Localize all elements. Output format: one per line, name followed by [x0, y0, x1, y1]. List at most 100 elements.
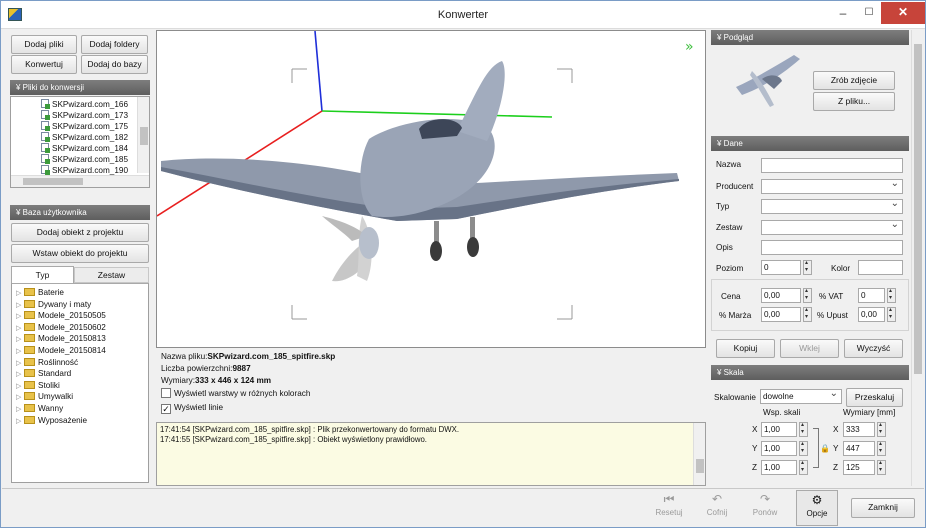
scale-input[interactable]: 1,00	[761, 422, 797, 437]
userdb-section-header[interactable]: ¥ Baza użytkownika	[10, 205, 150, 220]
files-section-header[interactable]: ¥ Pliki do konwersji	[10, 80, 150, 95]
file-list-item[interactable]: SKPwizard.com_166	[41, 99, 128, 110]
category-item[interactable]: ▷ Modele_20150505	[16, 310, 106, 321]
add-files-button[interactable]: Dodaj pliki	[11, 35, 77, 54]
clear-button[interactable]: Wyczyść	[844, 339, 903, 358]
expand-arrow-icon[interactable]: ▷	[16, 323, 24, 334]
level-spinner[interactable]	[803, 259, 812, 275]
category-item[interactable]: ▷ Stoliki	[16, 380, 60, 391]
log-scroll-thumb[interactable]	[696, 459, 704, 473]
file-list-item[interactable]: SKPwizard.com_182	[41, 132, 128, 143]
description-input[interactable]	[761, 240, 903, 255]
expand-arrow-icon[interactable]: ▷	[16, 381, 24, 392]
close-button[interactable]: Zamknij	[851, 498, 915, 518]
expand-arrow-icon[interactable]: ▷	[16, 334, 24, 345]
scale-input[interactable]: 1,00	[761, 460, 797, 475]
close-window-button[interactable]: ✕	[881, 2, 925, 24]
expand-arrow-icon[interactable]: ▷	[16, 346, 24, 357]
category-item[interactable]: ▷ Wyposażenie	[16, 415, 87, 426]
expand-arrow-icon[interactable]: ▷	[16, 404, 24, 415]
producer-select[interactable]	[761, 179, 903, 194]
scale-spinner[interactable]	[799, 421, 808, 437]
dimension-input[interactable]: 125	[843, 460, 875, 475]
name-input[interactable]	[761, 158, 903, 173]
log-panel[interactable]: 17:41:54 [SKPwizard.com_185_spitfire.skp…	[156, 422, 706, 486]
vat-input[interactable]: 0	[858, 288, 885, 303]
options-button[interactable]: ⚙ Opcje	[796, 490, 838, 526]
dimension-spinner[interactable]	[877, 421, 886, 437]
dimension-input[interactable]: 333	[843, 422, 875, 437]
redo-button[interactable]: ↷ Ponów	[745, 490, 785, 526]
category-item[interactable]: ▷ Modele_20150814	[16, 345, 106, 356]
discount-input[interactable]: 0,00	[858, 307, 885, 322]
vat-spinner[interactable]	[887, 287, 896, 303]
dimension-spinner[interactable]	[877, 459, 886, 475]
category-tree[interactable]: ▷ Baterie ▷ Dywany i maty ▷ Modele_20150505 ▷ M…	[11, 283, 149, 483]
files-hscrollbar[interactable]	[11, 175, 149, 187]
show-lines-checkbox[interactable]: ✓ Wyświetl linie	[161, 402, 223, 414]
log-scrollbar[interactable]	[693, 423, 705, 485]
layers-color-checkbox[interactable]: Wyświetl warstwy w różnych kolorach	[161, 388, 310, 400]
expand-arrow-icon[interactable]: ▷	[16, 392, 24, 403]
expand-arrow-icon[interactable]: ▷	[16, 311, 24, 322]
expand-icon[interactable]: »	[685, 39, 694, 55]
files-scroll-thumb[interactable]	[140, 127, 148, 145]
reset-button[interactable]: ⏮ Resetuj	[649, 490, 689, 526]
data-section-header[interactable]: ¥ Dane	[711, 136, 909, 151]
minimize-button[interactable]: –	[829, 3, 857, 25]
file-list-item[interactable]: SKPwizard.com_190	[41, 165, 128, 175]
category-item[interactable]: ▷ Wanny	[16, 403, 63, 414]
expand-arrow-icon[interactable]: ▷	[16, 300, 24, 311]
category-item[interactable]: ▷ Dywany i maty	[16, 299, 91, 310]
category-item[interactable]: ▷ Roślinność	[16, 357, 78, 368]
file-list-item[interactable]: SKPwizard.com_173	[41, 110, 128, 121]
add-to-db-button[interactable]: Dodaj do bazy	[81, 55, 148, 74]
level-input[interactable]: 0	[761, 260, 801, 275]
category-item[interactable]: ▷ Baterie	[16, 287, 64, 298]
files-scrollbar[interactable]	[137, 97, 149, 173]
dimension-spinner[interactable]	[877, 440, 886, 456]
category-item[interactable]: ▷ Standard	[16, 368, 71, 379]
category-item[interactable]: ▷ Umywalki	[16, 391, 73, 402]
dimension-input[interactable]: 447	[843, 441, 875, 456]
expand-arrow-icon[interactable]: ▷	[16, 369, 24, 380]
paste-button[interactable]: Wklej	[780, 339, 839, 358]
add-folders-button[interactable]: Dodaj foldery	[81, 35, 148, 54]
copy-button[interactable]: Kopiuj	[716, 339, 775, 358]
set-select[interactable]	[761, 220, 903, 235]
model-canvas[interactable]: »	[156, 30, 705, 347]
type-select[interactable]	[761, 199, 903, 214]
tab-type[interactable]: Typ	[11, 266, 74, 283]
from-file-button[interactable]: Z pliku...	[813, 92, 895, 111]
expand-arrow-icon[interactable]: ▷	[16, 358, 24, 369]
preview-section-header[interactable]: ¥ Podgląd	[711, 30, 909, 45]
scaling-select[interactable]: dowolne	[760, 389, 842, 404]
scale-section-header[interactable]: ¥ Skala	[711, 365, 909, 380]
expand-arrow-icon[interactable]: ▷	[16, 416, 24, 427]
price-spinner[interactable]	[803, 287, 812, 303]
rescale-button[interactable]: Przeskaluj	[846, 388, 903, 407]
margin-spinner[interactable]	[803, 306, 812, 322]
scale-spinner[interactable]	[799, 459, 808, 475]
tab-set[interactable]: Zestaw	[74, 267, 149, 283]
category-item[interactable]: ▷ Modele_20150602	[16, 322, 106, 333]
lock-icon[interactable]: 🔒	[820, 444, 830, 453]
insert-to-project-button[interactable]: Wstaw obiekt do projektu	[11, 244, 149, 263]
convert-button[interactable]: Konwertuj	[11, 55, 77, 74]
right-scroll-thumb[interactable]	[914, 44, 922, 374]
scale-spinner[interactable]	[799, 440, 808, 456]
file-list-item[interactable]: SKPwizard.com_175	[41, 121, 128, 132]
price-input[interactable]: 0,00	[761, 288, 801, 303]
add-from-project-button[interactable]: Dodaj obiekt z projektu	[11, 223, 149, 242]
expand-arrow-icon[interactable]: ▷	[16, 288, 24, 299]
file-list-item[interactable]: SKPwizard.com_185	[41, 154, 128, 165]
checkbox-checked-icon[interactable]: ✓	[161, 404, 171, 414]
maximize-button[interactable]: ☐	[855, 3, 883, 25]
color-input[interactable]	[858, 260, 903, 275]
discount-spinner[interactable]	[887, 306, 896, 322]
margin-input[interactable]: 0,00	[761, 307, 801, 322]
right-scrollbar[interactable]	[911, 30, 923, 486]
files-list[interactable]: SKPwizard.com_166 SKPwizard.com_173 SKPwiz…	[10, 96, 150, 188]
3d-viewport[interactable]: »	[156, 30, 706, 348]
file-list-item[interactable]: SKPwizard.com_184	[41, 143, 128, 154]
